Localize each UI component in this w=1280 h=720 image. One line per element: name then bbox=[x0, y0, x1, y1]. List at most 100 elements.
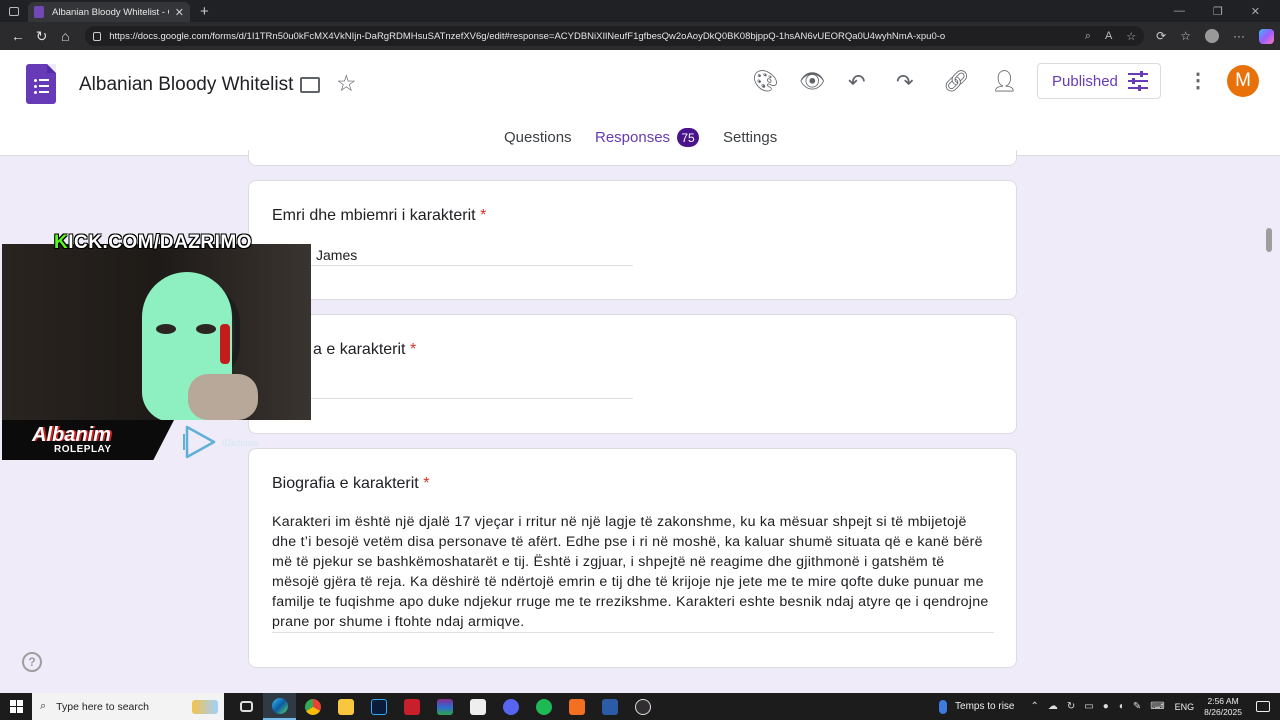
new-tab-icon[interactable]: + bbox=[200, 3, 209, 20]
restore-icon[interactable]: ❐ bbox=[1213, 5, 1223, 18]
answer-underline bbox=[272, 265, 633, 266]
extensions-icon[interactable]: ⟳ bbox=[1156, 29, 1166, 43]
favorites-icon[interactable]: ☆ bbox=[1180, 29, 1191, 43]
answer-text: James bbox=[316, 247, 358, 263]
taskbar-search[interactable]: ⌕ Type here to search bbox=[32, 693, 224, 720]
microphone-icon[interactable]: ● bbox=[1103, 701, 1109, 712]
chevron-up-icon[interactable]: ⌃ bbox=[1031, 701, 1039, 712]
taskbar-search-placeholder: Type here to search bbox=[56, 700, 149, 713]
notifications-icon[interactable] bbox=[1256, 701, 1270, 712]
social-handle: /Dazrimo bbox=[222, 438, 259, 448]
scrollbar-thumb[interactable] bbox=[1266, 228, 1272, 252]
clock-time: 2:56 AM bbox=[1207, 695, 1239, 706]
question-card: Emri dhe mbiemri i karakterit * James bbox=[248, 180, 1017, 300]
clock[interactable]: 2:56 AM 8/26/2025 bbox=[1204, 696, 1242, 718]
publish-settings-icon bbox=[1128, 71, 1148, 91]
speaker-icon[interactable]: ◖ bbox=[1118, 701, 1124, 712]
avatar[interactable]: M bbox=[1227, 65, 1259, 97]
question-card: a e karakterit * bbox=[248, 314, 1017, 434]
undo-icon[interactable]: ↶ bbox=[848, 70, 866, 95]
photoshop-icon[interactable] bbox=[362, 693, 395, 720]
winrar-icon[interactable] bbox=[428, 693, 461, 720]
preview-eye-icon[interactable]: 👁︎ bbox=[799, 70, 826, 94]
browser-profile-icon[interactable] bbox=[1205, 29, 1219, 43]
refresh-icon[interactable]: ↻ bbox=[30, 28, 54, 45]
window-controls: — ❐ ✕ bbox=[1174, 5, 1280, 18]
weather-icon[interactable] bbox=[939, 699, 948, 714]
question-title: a e karakterit * bbox=[313, 341, 417, 358]
browser-menu-icon[interactable]: ··· bbox=[1233, 29, 1245, 43]
system-tray: Temps to rise ⌃ ☁ ↻ ▭ ● ◖ ✎ ⌨ ENG 2:56 A… bbox=[939, 693, 1280, 720]
required-asterisk: * bbox=[409, 341, 417, 358]
question-card: Biografia e karakterit * Karakteri im ës… bbox=[248, 448, 1017, 668]
clock-date: 8/26/2025 bbox=[1204, 706, 1242, 717]
file-explorer-icon[interactable] bbox=[329, 693, 362, 720]
lock-icon bbox=[93, 31, 102, 41]
back-icon[interactable]: ← bbox=[6, 28, 30, 44]
close-window-icon[interactable]: ✕ bbox=[1251, 5, 1260, 18]
address-bar: ← ↻ ⌂ https://docs.google.com/forms/d/1I… bbox=[0, 22, 1280, 50]
discord-icon[interactable] bbox=[494, 693, 527, 720]
zoom-icon[interactable]: ⌕ bbox=[1085, 30, 1091, 43]
window-menu-icon[interactable] bbox=[0, 0, 28, 22]
obs-icon[interactable] bbox=[626, 693, 659, 720]
link-icon[interactable]: 🔗︎ bbox=[943, 70, 970, 94]
form-title[interactable]: Albanian Bloody Whitelist bbox=[79, 74, 293, 96]
webcam-overlay bbox=[2, 244, 311, 420]
published-button[interactable]: Published bbox=[1037, 63, 1161, 99]
chrome-icon[interactable] bbox=[296, 693, 329, 720]
url-field[interactable]: https://docs.google.com/forms/d/1I1TRn50… bbox=[85, 26, 1145, 46]
palette-icon[interactable]: 🎨︎ bbox=[752, 70, 779, 94]
redo-icon[interactable]: ↷ bbox=[896, 70, 914, 95]
network-icon[interactable]: ▭ bbox=[1084, 701, 1093, 712]
task-view-icon[interactable] bbox=[230, 693, 263, 720]
brand-sub-text: ROLEPLAY bbox=[54, 444, 112, 455]
windows-start-icon[interactable] bbox=[0, 700, 32, 713]
home-icon[interactable]: ⌂ bbox=[54, 28, 78, 44]
keyboard-icon[interactable]: ⌨ bbox=[1150, 701, 1164, 712]
kick-channel-label: KICK.COM/DAZRIMO bbox=[54, 232, 252, 253]
browser-tab-bar: Albanian Bloody Whitelist - Goog ✕ + — ❐… bbox=[0, 0, 1280, 22]
google-forms-logo-icon[interactable] bbox=[26, 64, 56, 104]
required-asterisk: * bbox=[480, 207, 487, 224]
orange-app-icon[interactable] bbox=[560, 693, 593, 720]
read-aloud-icon[interactable]: A bbox=[1105, 30, 1112, 43]
close-tab-icon[interactable]: ✕ bbox=[175, 6, 184, 19]
cloud-icon[interactable]: ☁ bbox=[1048, 701, 1058, 712]
store-icon[interactable] bbox=[461, 693, 494, 720]
spotify-icon[interactable] bbox=[527, 693, 560, 720]
question-title: Emri dhe mbiemri i karakterit * bbox=[272, 207, 487, 224]
previous-question-card bbox=[248, 150, 1017, 166]
copilot-icon[interactable] bbox=[1259, 28, 1274, 44]
tab-settings[interactable]: Settings bbox=[723, 129, 777, 146]
tab-responses[interactable]: Responses bbox=[595, 129, 670, 146]
edge-icon[interactable] bbox=[263, 693, 296, 720]
pen-icon[interactable]: ✎ bbox=[1133, 701, 1141, 712]
browser-tab[interactable]: Albanian Bloody Whitelist - Goog ✕ bbox=[28, 2, 190, 22]
windows-taskbar: ⌕ Type here to search Temps to rise ⌃ ☁ … bbox=[0, 693, 1280, 720]
minimize-icon[interactable]: — bbox=[1174, 5, 1185, 18]
language-indicator[interactable]: ENG bbox=[1175, 702, 1195, 712]
weather-text[interactable]: Temps to rise bbox=[955, 701, 1014, 712]
red-app-icon[interactable] bbox=[395, 693, 428, 720]
folder-icon[interactable] bbox=[300, 77, 320, 93]
tab-questions[interactable]: Questions bbox=[504, 129, 572, 146]
sync-icon[interactable]: ↻ bbox=[1067, 701, 1075, 712]
play-logo-icon bbox=[183, 425, 216, 459]
browser-tab-title: Albanian Bloody Whitelist - Goog bbox=[52, 6, 169, 18]
hand-graphic bbox=[188, 374, 258, 420]
answer-underline bbox=[272, 632, 994, 633]
search-highlight-icon bbox=[192, 699, 218, 714]
url-text: https://docs.google.com/forms/d/1I1TRn50… bbox=[109, 30, 946, 42]
star-icon[interactable]: ☆ bbox=[336, 70, 357, 97]
favorite-star-icon[interactable]: ☆ bbox=[1126, 30, 1136, 43]
add-collaborator-icon[interactable]: 👤︎ bbox=[991, 70, 1018, 94]
blue-app-icon[interactable] bbox=[593, 693, 626, 720]
responses-count-badge: 75 bbox=[677, 128, 699, 147]
help-icon[interactable]: ? bbox=[22, 652, 42, 672]
question-title: Biografia e karakterit * bbox=[272, 475, 430, 492]
published-label: Published bbox=[1052, 72, 1118, 90]
google-forms-favicon-icon bbox=[34, 6, 44, 18]
more-options-icon[interactable]: ⋮ bbox=[1188, 68, 1208, 93]
required-asterisk: * bbox=[423, 475, 430, 492]
